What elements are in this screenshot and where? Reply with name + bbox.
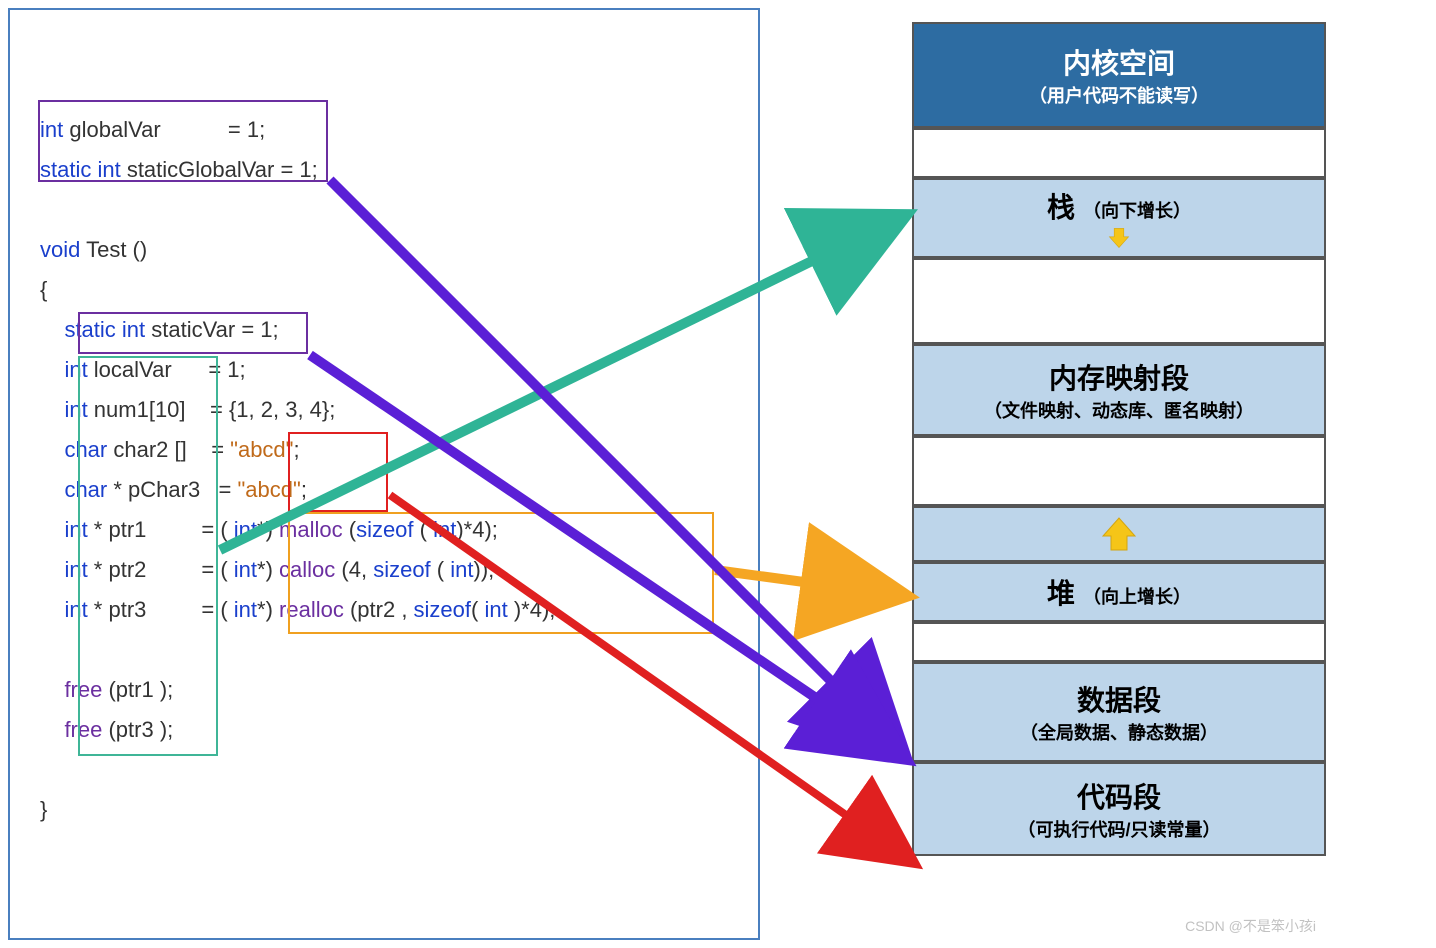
mem-gap-0	[912, 128, 1326, 178]
mem-kernel: 内核空间 （用户代码不能读写）	[912, 22, 1326, 128]
code-line-3: void Test ()	[40, 230, 728, 270]
highlight-globals-box	[38, 100, 328, 182]
mem-data: 数据段 （全局数据、静态数据）	[912, 662, 1326, 762]
highlight-literals-box	[288, 432, 388, 512]
code-line-15: }	[40, 790, 728, 830]
mem-gap-2	[912, 622, 1326, 662]
highlight-static-box	[78, 312, 308, 354]
highlight-locals-box	[78, 356, 218, 756]
mem-mmap: 内存映射段 （文件映射、动态库、匿名映射）	[912, 344, 1326, 436]
mem-stack: 栈 （向下增长）	[912, 178, 1326, 258]
arrow-up-icon	[1099, 514, 1139, 554]
watermark: CSDN @不是笨小孩i	[1185, 916, 1316, 936]
mem-gap-1	[912, 436, 1326, 506]
mem-heap: 堆 （向上增长）	[912, 562, 1326, 622]
arrow-down-icon	[1099, 226, 1139, 250]
highlight-heap-box	[288, 512, 714, 634]
mem-heap-arrow	[912, 506, 1326, 562]
mem-code: 代码段 （可执行代码/只读常量）	[912, 762, 1326, 856]
mem-stack-grow	[912, 258, 1326, 344]
memory-layout-panel: 内核空间 （用户代码不能读写） 栈 （向下增长） 内存映射段 （文件映射、动态库…	[912, 22, 1326, 856]
code-line-4: {	[40, 270, 728, 310]
